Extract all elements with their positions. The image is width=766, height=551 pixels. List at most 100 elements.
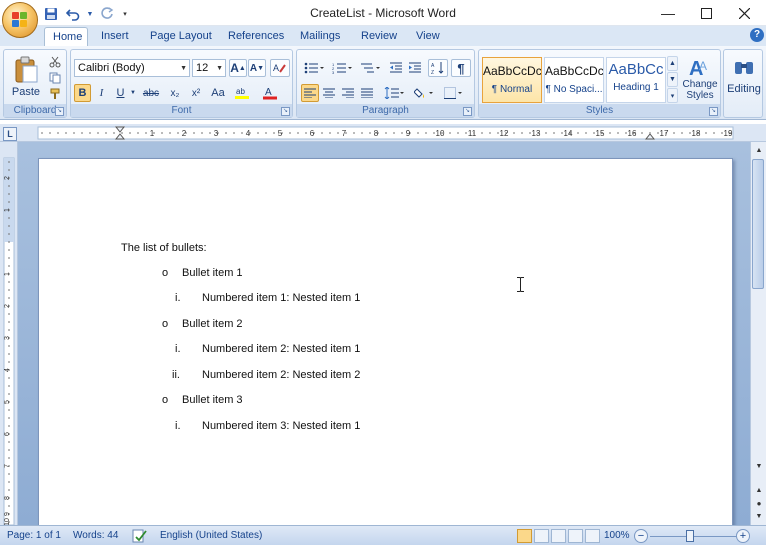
svg-text:1: 1: [4, 272, 11, 276]
browse-object-icon[interactable]: ●: [752, 496, 766, 510]
shading-icon[interactable]: [411, 84, 437, 102]
clipboard-launcher-icon[interactable]: ↘: [55, 107, 64, 116]
draft-view-icon[interactable]: [585, 529, 600, 543]
list-item[interactable]: Numbered item 2: Nested item 2: [202, 369, 360, 381]
style-no-spacing[interactable]: AaBbCcDc ¶ No Spaci...: [544, 57, 604, 103]
bold-button[interactable]: B: [74, 84, 91, 102]
styles-scroll-down-icon[interactable]: ▼: [667, 72, 678, 87]
tab-references[interactable]: References: [220, 27, 292, 46]
next-page-icon[interactable]: ▼: [752, 509, 766, 523]
justify-icon[interactable]: [358, 84, 376, 102]
tab-review[interactable]: Review: [353, 27, 405, 46]
bullets-icon[interactable]: [301, 59, 327, 77]
cut-icon[interactable]: [46, 54, 64, 69]
proofing-icon[interactable]: [132, 529, 148, 543]
format-painter-icon[interactable]: [46, 86, 64, 101]
zoom-level[interactable]: 100%: [604, 526, 630, 546]
paragraph-launcher-icon[interactable]: ↘: [463, 107, 472, 116]
redo-icon[interactable]: [98, 5, 116, 23]
change-styles-button[interactable]: AA Change Styles: [681, 52, 719, 104]
scrollbar-thumb[interactable]: [752, 159, 764, 289]
list-item[interactable]: Bullet item 2: [182, 318, 243, 330]
full-screen-reading-icon[interactable]: [534, 529, 549, 543]
increase-indent-icon[interactable]: [406, 59, 424, 77]
show-formatting-marks-icon[interactable]: ¶: [451, 59, 471, 77]
svg-text:3: 3: [332, 70, 335, 74]
horizontal-ruler[interactable]: 1 2 3 4 5 6 7 8 9 10 11 12 13 14 15 16 17 18 19: [0, 124, 766, 142]
copy-icon[interactable]: [46, 70, 64, 85]
styles-scroll-up-icon[interactable]: ▲: [667, 56, 678, 71]
style-normal[interactable]: AaBbCcDc ¶ Normal: [482, 57, 542, 103]
undo-dropdown-icon[interactable]: ▼: [86, 5, 94, 23]
align-right-icon[interactable]: [339, 84, 357, 102]
svg-text:11: 11: [468, 129, 477, 138]
sort-icon[interactable]: AZ: [428, 59, 448, 77]
list-item[interactable]: Numbered item 2: Nested item 1: [202, 343, 360, 355]
change-styles-icon: AA: [689, 58, 707, 78]
shrink-font-icon[interactable]: A ▼: [248, 59, 266, 77]
highlight-icon[interactable]: ab: [231, 84, 255, 102]
superscript-button[interactable]: x²: [186, 84, 206, 102]
undo-icon[interactable]: [64, 5, 82, 23]
list-item[interactable]: Bullet item 3: [182, 394, 243, 406]
font-name-combo[interactable]: Calibri (Body) ▼: [74, 59, 190, 77]
customize-qat-icon[interactable]: ▾: [120, 5, 130, 23]
close-icon[interactable]: [726, 0, 762, 26]
print-layout-icon[interactable]: [517, 529, 532, 543]
document-heading[interactable]: The list of bullets:: [121, 242, 207, 254]
decrease-indent-icon[interactable]: [387, 59, 405, 77]
zoom-in-button[interactable]: +: [736, 529, 750, 543]
underline-dropdown-icon[interactable]: ▼: [129, 84, 137, 102]
web-layout-icon[interactable]: [551, 529, 566, 543]
font-size-combo[interactable]: 12 ▼: [192, 59, 226, 77]
tab-page-layout[interactable]: Page Layout: [142, 27, 220, 46]
styles-more-icon[interactable]: ▾: [667, 88, 678, 103]
style-heading-1[interactable]: AaBbCc Heading 1: [606, 57, 666, 103]
styles-launcher-icon[interactable]: ↘: [709, 107, 718, 116]
style-name: ¶ Normal: [491, 84, 533, 95]
save-icon[interactable]: [42, 5, 60, 23]
change-styles-label: Change Styles: [682, 78, 718, 101]
maximize-icon[interactable]: [688, 0, 724, 26]
zoom-out-button[interactable]: −: [634, 529, 648, 543]
language-status[interactable]: English (United States): [160, 526, 262, 546]
document-page[interactable]: [38, 158, 733, 530]
grow-font-icon[interactable]: A ▲: [229, 59, 247, 77]
font-launcher-icon[interactable]: ↘: [281, 107, 290, 116]
outline-view-icon[interactable]: [568, 529, 583, 543]
help-icon[interactable]: ?: [750, 28, 764, 42]
multilevel-list-icon[interactable]: [357, 59, 383, 77]
styles-group-label: Styles: [479, 104, 720, 117]
scroll-down-icon[interactable]: ▼: [752, 459, 766, 473]
list-item[interactable]: Numbered item 3: Nested item 1: [202, 420, 360, 432]
scroll-up-icon[interactable]: ▲: [752, 143, 766, 157]
zoom-slider-thumb[interactable]: [686, 530, 694, 542]
editing-button[interactable]: Editing: [726, 52, 762, 102]
minimize-icon[interactable]: —: [650, 0, 686, 26]
tab-view[interactable]: View: [408, 27, 448, 46]
align-left-icon[interactable]: [301, 84, 319, 102]
font-color-icon[interactable]: A: [259, 84, 281, 102]
page-count-status[interactable]: Page: 1 of 1: [7, 526, 61, 546]
tab-mailings[interactable]: Mailings: [292, 27, 348, 46]
align-center-icon[interactable]: [320, 84, 338, 102]
change-case-button[interactable]: Aa: [207, 84, 229, 102]
subscript-button[interactable]: x₂: [165, 84, 185, 102]
office-button[interactable]: [2, 2, 38, 38]
list-item[interactable]: Bullet item 1: [182, 267, 243, 279]
strikethrough-button[interactable]: abc: [139, 84, 163, 102]
numbering-icon[interactable]: 123: [329, 59, 355, 77]
clear-formatting-icon[interactable]: A: [270, 59, 290, 77]
vertical-ruler[interactable]: 2 1 1 2 3 4 5 6 7 8 9 10: [0, 142, 18, 525]
tab-selector-icon[interactable]: L: [3, 127, 17, 141]
paste-button[interactable]: Paste: [7, 52, 45, 102]
tab-home[interactable]: Home: [44, 27, 88, 46]
italic-button[interactable]: I: [93, 84, 110, 102]
list-item[interactable]: Numbered item 1: Nested item 1: [202, 292, 360, 304]
borders-icon[interactable]: [441, 84, 467, 102]
tab-insert[interactable]: Insert: [93, 27, 137, 46]
previous-page-icon[interactable]: ▲: [752, 483, 766, 497]
line-spacing-icon[interactable]: [381, 84, 407, 102]
word-count-status[interactable]: Words: 44: [73, 526, 118, 546]
underline-button[interactable]: U: [112, 84, 129, 102]
